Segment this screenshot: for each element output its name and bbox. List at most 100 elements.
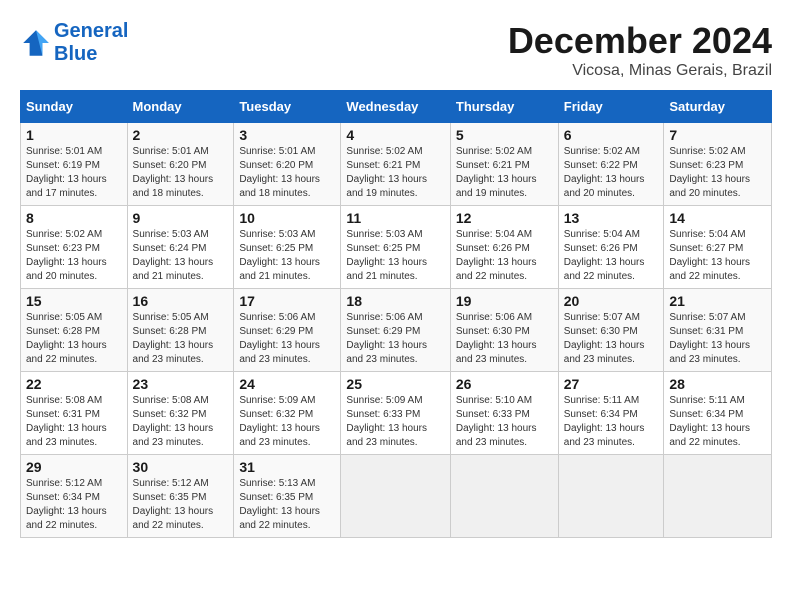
calendar-cell: 30 Sunrise: 5:12 AM Sunset: 6:35 PM Dayl… (127, 455, 234, 538)
day-number: 24 (239, 376, 335, 392)
calendar-cell: 8 Sunrise: 5:02 AM Sunset: 6:23 PM Dayli… (21, 206, 128, 289)
day-info: Sunrise: 5:02 AM Sunset: 6:23 PM Dayligh… (26, 228, 122, 284)
day-info: Sunrise: 5:08 AM Sunset: 6:31 PM Dayligh… (26, 394, 122, 450)
page-header: General Blue December 2024 Vicosa, Minas… (20, 20, 772, 80)
day-number: 15 (26, 293, 122, 309)
day-info: Sunrise: 5:02 AM Sunset: 6:22 PM Dayligh… (564, 145, 659, 201)
calendar-cell: 10 Sunrise: 5:03 AM Sunset: 6:25 PM Dayl… (234, 206, 341, 289)
day-number: 18 (346, 293, 444, 309)
day-number: 29 (26, 459, 122, 475)
day-number: 13 (564, 210, 659, 226)
day-info: Sunrise: 5:01 AM Sunset: 6:19 PM Dayligh… (26, 145, 122, 201)
calendar-cell: 19 Sunrise: 5:06 AM Sunset: 6:30 PM Dayl… (450, 289, 558, 372)
calendar-cell: 26 Sunrise: 5:10 AM Sunset: 6:33 PM Dayl… (450, 372, 558, 455)
day-number: 30 (133, 459, 229, 475)
day-number: 14 (669, 210, 766, 226)
day-number: 12 (456, 210, 553, 226)
day-number: 16 (133, 293, 229, 309)
day-info: Sunrise: 5:03 AM Sunset: 6:25 PM Dayligh… (346, 228, 444, 284)
col-thursday: Thursday (450, 91, 558, 123)
day-number: 9 (133, 210, 229, 226)
day-info: Sunrise: 5:01 AM Sunset: 6:20 PM Dayligh… (133, 145, 229, 201)
day-number: 5 (456, 127, 553, 143)
day-number: 3 (239, 127, 335, 143)
day-number: 10 (239, 210, 335, 226)
day-info: Sunrise: 5:12 AM Sunset: 6:35 PM Dayligh… (133, 477, 229, 533)
day-number: 28 (669, 376, 766, 392)
calendar-cell: 14 Sunrise: 5:04 AM Sunset: 6:27 PM Dayl… (664, 206, 772, 289)
calendar-cell: 25 Sunrise: 5:09 AM Sunset: 6:33 PM Dayl… (341, 372, 450, 455)
day-info: Sunrise: 5:03 AM Sunset: 6:25 PM Dayligh… (239, 228, 335, 284)
day-info: Sunrise: 5:06 AM Sunset: 6:29 PM Dayligh… (346, 311, 444, 367)
day-info: Sunrise: 5:05 AM Sunset: 6:28 PM Dayligh… (26, 311, 122, 367)
calendar-cell: 1 Sunrise: 5:01 AM Sunset: 6:19 PM Dayli… (21, 123, 128, 206)
calendar-cell: 12 Sunrise: 5:04 AM Sunset: 6:26 PM Dayl… (450, 206, 558, 289)
calendar-cell (341, 455, 450, 538)
month-title: December 2024 (508, 20, 772, 62)
day-info: Sunrise: 5:06 AM Sunset: 6:29 PM Dayligh… (239, 311, 335, 367)
calendar-cell: 13 Sunrise: 5:04 AM Sunset: 6:26 PM Dayl… (558, 206, 664, 289)
calendar-body: 1 Sunrise: 5:01 AM Sunset: 6:19 PM Dayli… (21, 123, 772, 538)
day-info: Sunrise: 5:11 AM Sunset: 6:34 PM Dayligh… (564, 394, 659, 450)
calendar-cell (664, 455, 772, 538)
location-subtitle: Vicosa, Minas Gerais, Brazil (508, 62, 772, 80)
day-info: Sunrise: 5:13 AM Sunset: 6:35 PM Dayligh… (239, 477, 335, 533)
calendar-cell: 31 Sunrise: 5:13 AM Sunset: 6:35 PM Dayl… (234, 455, 341, 538)
day-info: Sunrise: 5:04 AM Sunset: 6:26 PM Dayligh… (456, 228, 553, 284)
calendar-week-1: 1 Sunrise: 5:01 AM Sunset: 6:19 PM Dayli… (21, 123, 772, 206)
day-info: Sunrise: 5:02 AM Sunset: 6:21 PM Dayligh… (456, 145, 553, 201)
calendar-cell: 9 Sunrise: 5:03 AM Sunset: 6:24 PM Dayli… (127, 206, 234, 289)
calendar-cell: 16 Sunrise: 5:05 AM Sunset: 6:28 PM Dayl… (127, 289, 234, 372)
day-number: 8 (26, 210, 122, 226)
day-number: 26 (456, 376, 553, 392)
calendar-cell: 3 Sunrise: 5:01 AM Sunset: 6:20 PM Dayli… (234, 123, 341, 206)
day-info: Sunrise: 5:04 AM Sunset: 6:27 PM Dayligh… (669, 228, 766, 284)
calendar-table: Sunday Monday Tuesday Wednesday Thursday… (20, 90, 772, 538)
day-info: Sunrise: 5:12 AM Sunset: 6:34 PM Dayligh… (26, 477, 122, 533)
day-number: 22 (26, 376, 122, 392)
col-tuesday: Tuesday (234, 91, 341, 123)
day-number: 21 (669, 293, 766, 309)
calendar-cell (450, 455, 558, 538)
day-number: 2 (133, 127, 229, 143)
calendar-cell: 2 Sunrise: 5:01 AM Sunset: 6:20 PM Dayli… (127, 123, 234, 206)
title-area: December 2024 Vicosa, Minas Gerais, Braz… (508, 20, 772, 80)
logo-text: General Blue (54, 20, 128, 66)
day-info: Sunrise: 5:01 AM Sunset: 6:20 PM Dayligh… (239, 145, 335, 201)
calendar-cell: 7 Sunrise: 5:02 AM Sunset: 6:23 PM Dayli… (664, 123, 772, 206)
calendar-cell: 29 Sunrise: 5:12 AM Sunset: 6:34 PM Dayl… (21, 455, 128, 538)
calendar-cell: 28 Sunrise: 5:11 AM Sunset: 6:34 PM Dayl… (664, 372, 772, 455)
calendar-week-4: 22 Sunrise: 5:08 AM Sunset: 6:31 PM Dayl… (21, 372, 772, 455)
calendar-cell: 5 Sunrise: 5:02 AM Sunset: 6:21 PM Dayli… (450, 123, 558, 206)
calendar-cell: 24 Sunrise: 5:09 AM Sunset: 6:32 PM Dayl… (234, 372, 341, 455)
day-info: Sunrise: 5:09 AM Sunset: 6:33 PM Dayligh… (346, 394, 444, 450)
calendar-cell: 17 Sunrise: 5:06 AM Sunset: 6:29 PM Dayl… (234, 289, 341, 372)
header-row: Sunday Monday Tuesday Wednesday Thursday… (21, 91, 772, 123)
day-info: Sunrise: 5:02 AM Sunset: 6:23 PM Dayligh… (669, 145, 766, 201)
col-saturday: Saturday (664, 91, 772, 123)
calendar-cell: 20 Sunrise: 5:07 AM Sunset: 6:30 PM Dayl… (558, 289, 664, 372)
col-sunday: Sunday (21, 91, 128, 123)
day-number: 4 (346, 127, 444, 143)
logo: General Blue (20, 20, 128, 66)
calendar-week-5: 29 Sunrise: 5:12 AM Sunset: 6:34 PM Dayl… (21, 455, 772, 538)
day-number: 1 (26, 127, 122, 143)
day-info: Sunrise: 5:09 AM Sunset: 6:32 PM Dayligh… (239, 394, 335, 450)
calendar-cell: 15 Sunrise: 5:05 AM Sunset: 6:28 PM Dayl… (21, 289, 128, 372)
calendar-cell: 18 Sunrise: 5:06 AM Sunset: 6:29 PM Dayl… (341, 289, 450, 372)
day-info: Sunrise: 5:03 AM Sunset: 6:24 PM Dayligh… (133, 228, 229, 284)
day-info: Sunrise: 5:11 AM Sunset: 6:34 PM Dayligh… (669, 394, 766, 450)
calendar-cell: 23 Sunrise: 5:08 AM Sunset: 6:32 PM Dayl… (127, 372, 234, 455)
calendar-cell: 6 Sunrise: 5:02 AM Sunset: 6:22 PM Dayli… (558, 123, 664, 206)
calendar-week-3: 15 Sunrise: 5:05 AM Sunset: 6:28 PM Dayl… (21, 289, 772, 372)
day-number: 31 (239, 459, 335, 475)
day-number: 27 (564, 376, 659, 392)
day-info: Sunrise: 5:10 AM Sunset: 6:33 PM Dayligh… (456, 394, 553, 450)
col-wednesday: Wednesday (341, 91, 450, 123)
day-info: Sunrise: 5:08 AM Sunset: 6:32 PM Dayligh… (133, 394, 229, 450)
day-info: Sunrise: 5:06 AM Sunset: 6:30 PM Dayligh… (456, 311, 553, 367)
calendar-cell: 27 Sunrise: 5:11 AM Sunset: 6:34 PM Dayl… (558, 372, 664, 455)
day-info: Sunrise: 5:07 AM Sunset: 6:30 PM Dayligh… (564, 311, 659, 367)
logo-icon (20, 27, 52, 59)
day-number: 20 (564, 293, 659, 309)
